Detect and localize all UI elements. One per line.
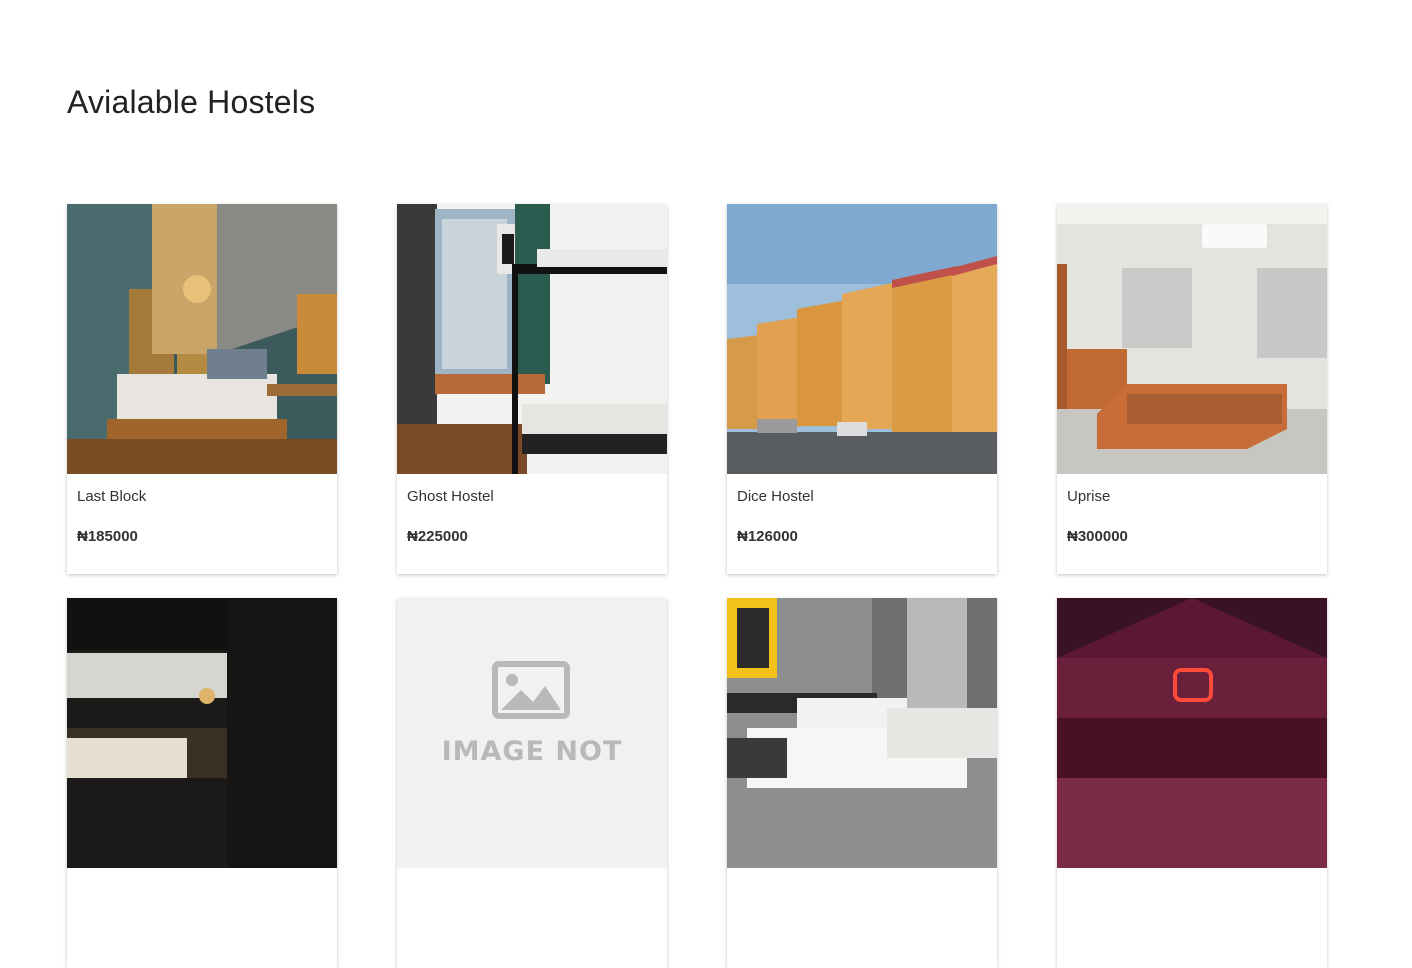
hostel-name: Uprise (1067, 488, 1111, 505)
hostel-image-hotel-room[interactable] (727, 598, 997, 868)
hostel-price: ₦300000 (1067, 528, 1128, 545)
hostel-card[interactable]: IMAGE NOT (397, 598, 667, 968)
dark-bedroom-photo (67, 598, 337, 868)
hostel-card[interactable] (67, 598, 337, 968)
empty-room-photo (1057, 204, 1327, 474)
hostel-image-dark-bedroom[interactable] (67, 598, 337, 868)
hostel-card[interactable]: Last Block ₦185000 (67, 204, 337, 574)
page-title: Avialable Hostels (67, 84, 316, 120)
hostel-name: Last Block (77, 488, 147, 505)
hostel-image-lounge[interactable] (1057, 598, 1327, 868)
hostel-image-room[interactable] (1057, 204, 1327, 474)
hostel-price: ₦185000 (77, 528, 138, 545)
image-not-available-text: IMAGE NOT (441, 736, 623, 767)
bunk-bed-photo (397, 204, 667, 474)
red-lounge-photo (1057, 598, 1327, 868)
hostel-card[interactable]: Ghost Hostel ₦225000 (397, 204, 667, 574)
hostel-image-building[interactable] (727, 204, 997, 474)
hostel-price: ₦225000 (407, 528, 468, 545)
hostel-price: ₦126000 (737, 528, 798, 545)
hostel-card[interactable] (727, 598, 997, 968)
hostel-grid: Last Block ₦185000 Ghost Hostel ₦225000 … (67, 204, 1327, 968)
hostel-card[interactable] (1057, 598, 1327, 968)
hostel-image-bunk[interactable] (397, 204, 667, 474)
hotel-room-photo (727, 598, 997, 868)
image-placeholder-icon (397, 598, 667, 868)
hostel-image-placeholder[interactable]: IMAGE NOT (397, 598, 667, 868)
hostel-name: Ghost Hostel (407, 488, 494, 505)
hostel-name: Dice Hostel (737, 488, 814, 505)
apartment-building-photo (727, 204, 997, 474)
hostel-image-bedroom[interactable] (67, 204, 337, 474)
hostel-card[interactable]: Dice Hostel ₦126000 (727, 204, 997, 574)
hostel-card[interactable]: Uprise ₦300000 (1057, 204, 1327, 574)
bedroom-photo (67, 204, 337, 474)
